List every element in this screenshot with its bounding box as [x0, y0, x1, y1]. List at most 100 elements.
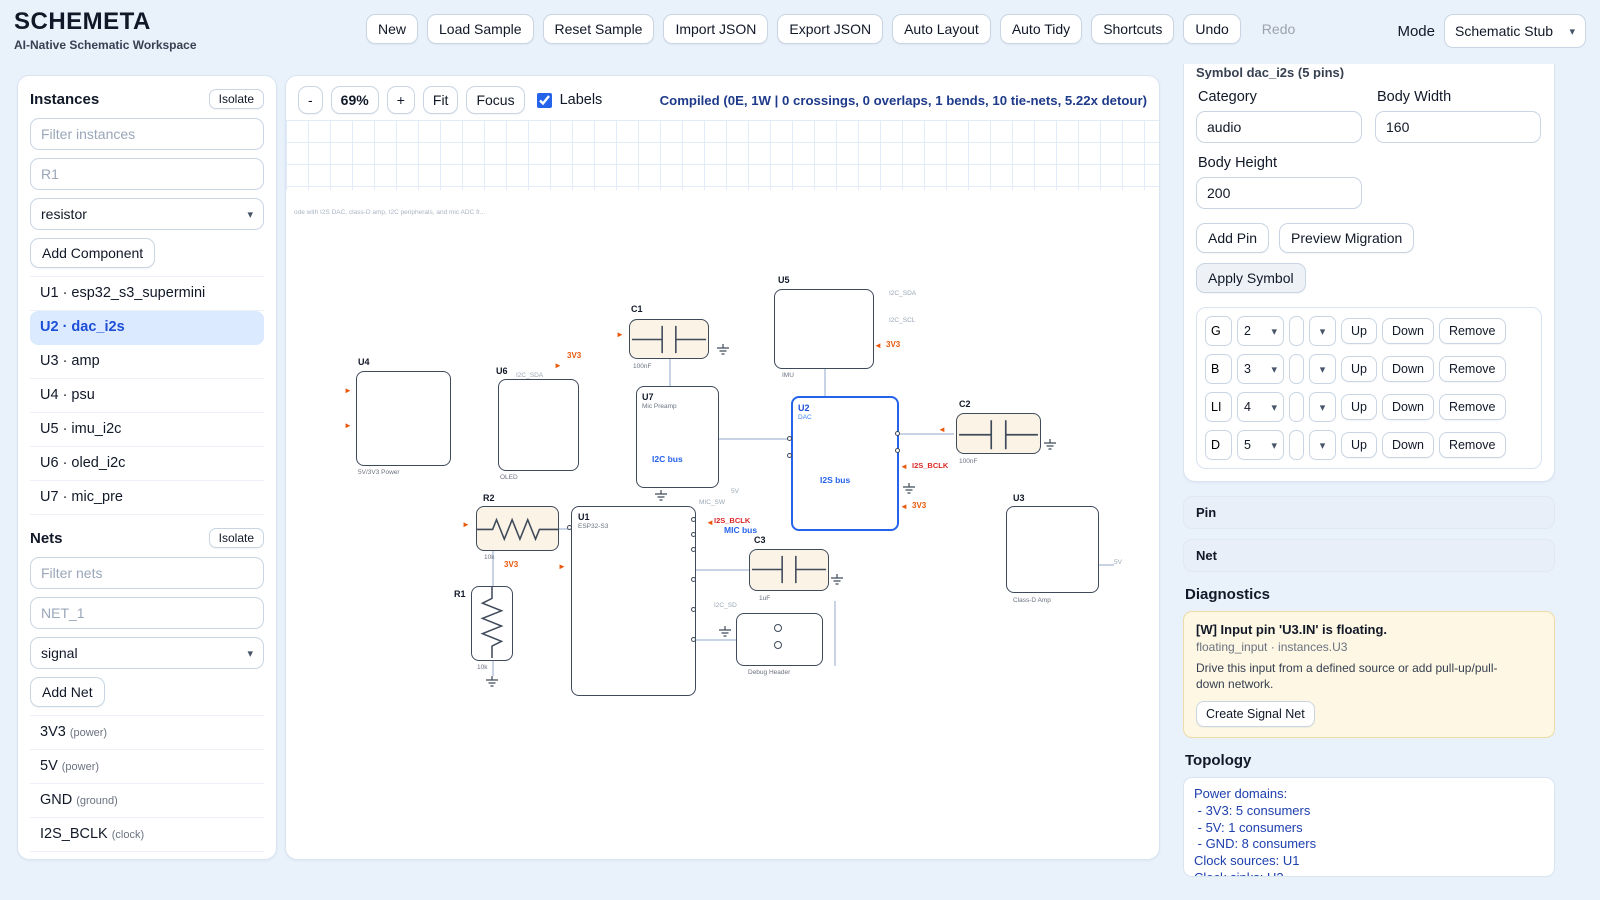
net-item-5v[interactable]: 5V(power)	[30, 750, 264, 784]
net-type-select[interactable]: signal ▾	[30, 637, 264, 669]
pin-dot[interactable]	[691, 532, 696, 537]
component-debug-header[interactable]	[736, 613, 823, 666]
component-U4[interactable]	[356, 371, 451, 466]
preview-migration-button[interactable]: Preview Migration	[1279, 223, 1414, 253]
pin-dot[interactable]	[567, 525, 572, 530]
pin-up-button[interactable]: Up	[1341, 318, 1377, 344]
pin-type-select[interactable]: ▾	[1309, 392, 1336, 422]
component-R2[interactable]	[476, 506, 559, 551]
create-signal-net-button[interactable]: Create Signal Net	[1196, 701, 1315, 727]
instances-isolate-button[interactable]: Isolate	[209, 89, 264, 109]
component-U1[interactable]	[571, 506, 696, 696]
pin-number-select[interactable]: 5▾	[1237, 430, 1284, 460]
pin-dot[interactable]	[691, 607, 696, 612]
pin-type-select[interactable]: ▾	[1309, 354, 1336, 384]
new-button[interactable]: New	[366, 14, 418, 44]
component-C1[interactable]	[629, 319, 709, 359]
net-item-i2s-bclk[interactable]: I2S_BCLK(clock)	[30, 818, 264, 852]
instance-name-input[interactable]	[30, 158, 264, 190]
pin-up-button[interactable]: Up	[1341, 356, 1377, 382]
instance-item-u7[interactable]: U7 · mic_pre	[30, 481, 264, 515]
pin-remove-button[interactable]: Remove	[1439, 394, 1506, 420]
net-item-3v3[interactable]: 3V3(power)	[30, 716, 264, 750]
fit-button[interactable]: Fit	[423, 86, 459, 114]
pin-extra-input[interactable]	[1289, 354, 1304, 384]
component-U6[interactable]	[498, 379, 579, 471]
pin-name-input[interactable]	[1205, 316, 1232, 346]
pin-dot[interactable]	[895, 448, 900, 453]
nets-filter-input[interactable]	[30, 557, 264, 589]
pin-extra-input[interactable]	[1289, 316, 1304, 346]
net-name-input[interactable]	[30, 597, 264, 629]
pin-name-input[interactable]	[1205, 354, 1232, 384]
canvas-toolbar: - 69% + Fit Focus Labels Compiled (0E, 1…	[298, 86, 1147, 114]
zoom-out-button[interactable]: -	[298, 86, 323, 114]
component-U3[interactable]	[1006, 506, 1099, 593]
net-item-gnd[interactable]: GND(ground)	[30, 784, 264, 818]
pin-up-button[interactable]: Up	[1341, 394, 1377, 420]
pin-type-select[interactable]: ▾	[1309, 430, 1336, 460]
pin-type-select[interactable]: ▾	[1309, 316, 1336, 346]
pin-dot[interactable]	[787, 436, 792, 441]
section-net[interactable]: Net	[1183, 539, 1555, 572]
instance-item-u3[interactable]: U3 · amp	[30, 345, 264, 379]
nets-isolate-button[interactable]: Isolate	[209, 528, 264, 548]
pin-dot[interactable]	[691, 637, 696, 642]
mode-select[interactable]: Schematic Stub ▾	[1444, 14, 1586, 48]
apply-symbol-button[interactable]: Apply Symbol	[1196, 263, 1306, 293]
add-pin-button[interactable]: Add Pin	[1196, 223, 1269, 253]
zoom-level-button[interactable]: 69%	[331, 86, 379, 114]
pin-dot[interactable]	[691, 547, 696, 552]
pin-extra-input[interactable]	[1289, 430, 1304, 460]
instance-type-select[interactable]: resistor ▾	[30, 198, 264, 230]
instance-item-u1[interactable]: U1 · esp32_s3_supermini	[30, 277, 264, 311]
instance-item-u5[interactable]: U5 · imu_i2c	[30, 413, 264, 447]
pin-down-button[interactable]: Down	[1382, 432, 1434, 458]
auto-layout-button[interactable]: Auto Layout	[892, 14, 991, 44]
body-width-input[interactable]	[1375, 111, 1541, 143]
instances-filter-input[interactable]	[30, 118, 264, 150]
labels-checkbox[interactable]	[537, 93, 552, 108]
pin-number-select[interactable]: 2▾	[1237, 316, 1284, 346]
auto-tidy-button[interactable]: Auto Tidy	[1000, 14, 1082, 44]
reset-sample-button[interactable]: Reset Sample	[543, 14, 655, 44]
pin-dot[interactable]	[691, 517, 696, 522]
pin-remove-button[interactable]: Remove	[1439, 356, 1506, 382]
category-input[interactable]	[1196, 111, 1362, 143]
pin-up-button[interactable]: Up	[1341, 432, 1377, 458]
body-height-input[interactable]	[1196, 177, 1362, 209]
focus-button[interactable]: Focus	[466, 86, 524, 114]
pin-remove-button[interactable]: Remove	[1439, 432, 1506, 458]
pin-dot[interactable]	[895, 431, 900, 436]
pin-name-input[interactable]	[1205, 392, 1232, 422]
shortcuts-button[interactable]: Shortcuts	[1091, 14, 1174, 44]
pin-arrow-icon: ►	[344, 422, 352, 430]
component-sub: 10k	[477, 664, 487, 671]
add-component-button[interactable]: Add Component	[30, 238, 155, 268]
pin-down-button[interactable]: Down	[1382, 318, 1434, 344]
pin-name-input[interactable]	[1205, 430, 1232, 460]
instance-item-u4[interactable]: U4 · psu	[30, 379, 264, 413]
export-json-button[interactable]: Export JSON	[777, 14, 883, 44]
pin-extra-input[interactable]	[1289, 392, 1304, 422]
load-sample-button[interactable]: Load Sample	[427, 14, 534, 44]
schematic-canvas[interactable]: - 69% + Fit Focus Labels Compiled (0E, 1…	[285, 75, 1160, 860]
undo-button[interactable]: Undo	[1183, 14, 1240, 44]
component-R1[interactable]	[471, 586, 513, 661]
pin-remove-button[interactable]: Remove	[1439, 318, 1506, 344]
zoom-in-button[interactable]: +	[387, 86, 415, 114]
instance-item-u2[interactable]: U2 · dac_i2s	[30, 311, 264, 345]
component-C3[interactable]	[749, 549, 829, 591]
pin-down-button[interactable]: Down	[1382, 356, 1434, 382]
instance-item-u6[interactable]: U6 · oled_i2c	[30, 447, 264, 481]
pin-dot[interactable]	[787, 453, 792, 458]
import-json-button[interactable]: Import JSON	[663, 14, 768, 44]
add-net-button[interactable]: Add Net	[30, 677, 105, 707]
component-U5[interactable]	[774, 289, 874, 369]
pin-dot[interactable]	[691, 577, 696, 582]
pin-number-select[interactable]: 3▾	[1237, 354, 1284, 384]
pin-number-select[interactable]: 4▾	[1237, 392, 1284, 422]
component-C2[interactable]	[956, 413, 1041, 454]
pin-down-button[interactable]: Down	[1382, 394, 1434, 420]
section-pin[interactable]: Pin	[1183, 496, 1555, 529]
